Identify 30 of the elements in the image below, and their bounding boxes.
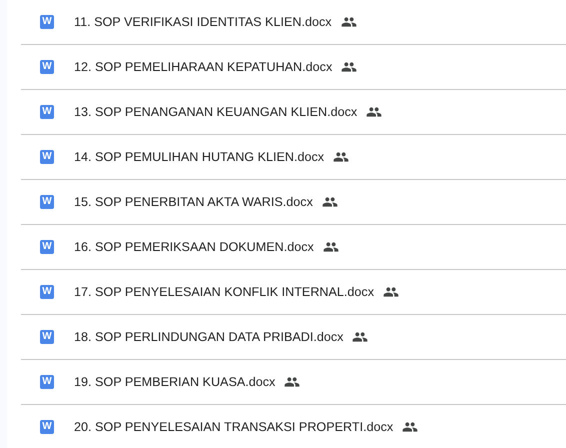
file-row[interactable]: W 12. SOP PEMELIHARAAN KEPATUHAN.docx xyxy=(21,45,566,90)
file-name: 19. SOP PEMBERIAN KUASA.docx xyxy=(74,375,276,389)
word-doc-icon: W xyxy=(40,420,54,434)
file-name: 18. SOP PERLINDUNGAN DATA PRIBADI.docx xyxy=(74,330,344,344)
file-name: 16. SOP PEMERIKSAAN DOKUMEN.docx xyxy=(74,240,314,254)
file-row[interactable]: W 20. SOP PENYELESAIAN TRANSAKSI PROPERTI.docx xyxy=(21,405,566,448)
word-doc-icon: W xyxy=(40,330,54,344)
file-name: 20. SOP PENYELESAIAN TRANSAKSI PROPERTI.docx xyxy=(74,420,394,434)
word-doc-icon: W xyxy=(40,15,54,29)
file-row[interactable]: W 16. SOP PEMERIKSAAN DOKUMEN.docx xyxy=(21,225,566,270)
file-name: 12. SOP PEMELIHARAAN KEPATUHAN.docx xyxy=(74,60,332,74)
word-doc-icon: W xyxy=(40,240,54,254)
file-name: 14. SOP PEMULIHAN HUTANG KLIEN.docx xyxy=(74,150,324,164)
word-doc-icon: W xyxy=(40,375,54,389)
file-name: 15. SOP PENERBITAN AKTA WARIS.docx xyxy=(74,195,313,209)
file-name: 11. SOP VERIFIKASI IDENTITAS KLIEN.docx xyxy=(74,15,332,29)
file-row[interactable]: W 13. SOP PENANGANAN KEUANGAN KLIEN.docx xyxy=(21,90,566,135)
file-row[interactable]: W 17. SOP PENYELESAIAN KONFLIK INTERNAL.docx xyxy=(21,270,566,315)
file-row[interactable]: W 18. SOP PERLINDUNGAN DATA PRIBADI.docx xyxy=(21,315,566,360)
file-name: 13. SOP PENANGANAN KEUANGAN KLIEN.docx xyxy=(74,105,358,119)
word-doc-icon: W xyxy=(40,105,54,119)
word-doc-icon: W xyxy=(40,195,54,209)
file-row[interactable]: W 19. SOP PEMBERIAN KUASA.docx xyxy=(21,360,566,405)
file-row[interactable]: W 11. SOP VERIFIKASI IDENTITAS KLIEN.docx xyxy=(21,0,566,45)
file-name: 17. SOP PENYELESAIAN KONFLIK INTERNAL.docx xyxy=(74,285,374,299)
word-doc-icon: W xyxy=(40,150,54,164)
file-row[interactable]: W 15. SOP PENERBITAN AKTA WARIS.docx xyxy=(21,180,566,225)
word-doc-icon: W xyxy=(40,285,54,299)
word-doc-icon: W xyxy=(40,60,54,74)
file-row[interactable]: W 14. SOP PEMULIHAN HUTANG KLIEN.docx xyxy=(21,135,566,180)
